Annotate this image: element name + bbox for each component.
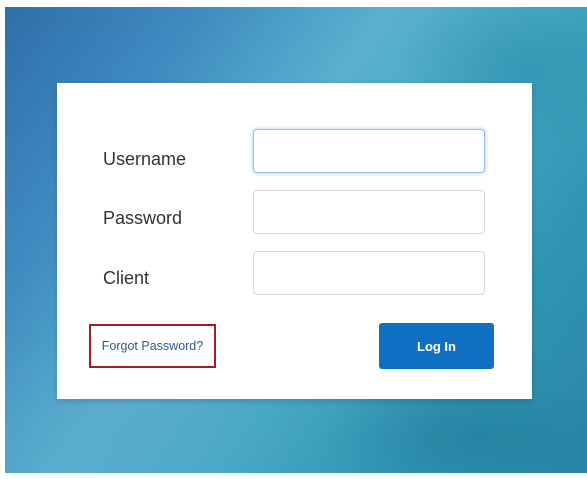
username-label: Username [103, 149, 187, 169]
password-input[interactable] [253, 190, 485, 234]
forgot-password-highlight: Forgot Password? [89, 324, 216, 368]
client-label: Client [103, 268, 150, 288]
log-in-button[interactable]: Log In [379, 323, 494, 369]
login-card: Username Password Client Forgot Password… [57, 83, 532, 399]
login-screen-background: Username Password Client Forgot Password… [5, 7, 587, 473]
client-input[interactable] [253, 251, 485, 295]
forgot-password-link[interactable]: Forgot Password? [102, 339, 203, 353]
password-label: Password [103, 208, 183, 228]
username-input[interactable] [253, 129, 485, 173]
